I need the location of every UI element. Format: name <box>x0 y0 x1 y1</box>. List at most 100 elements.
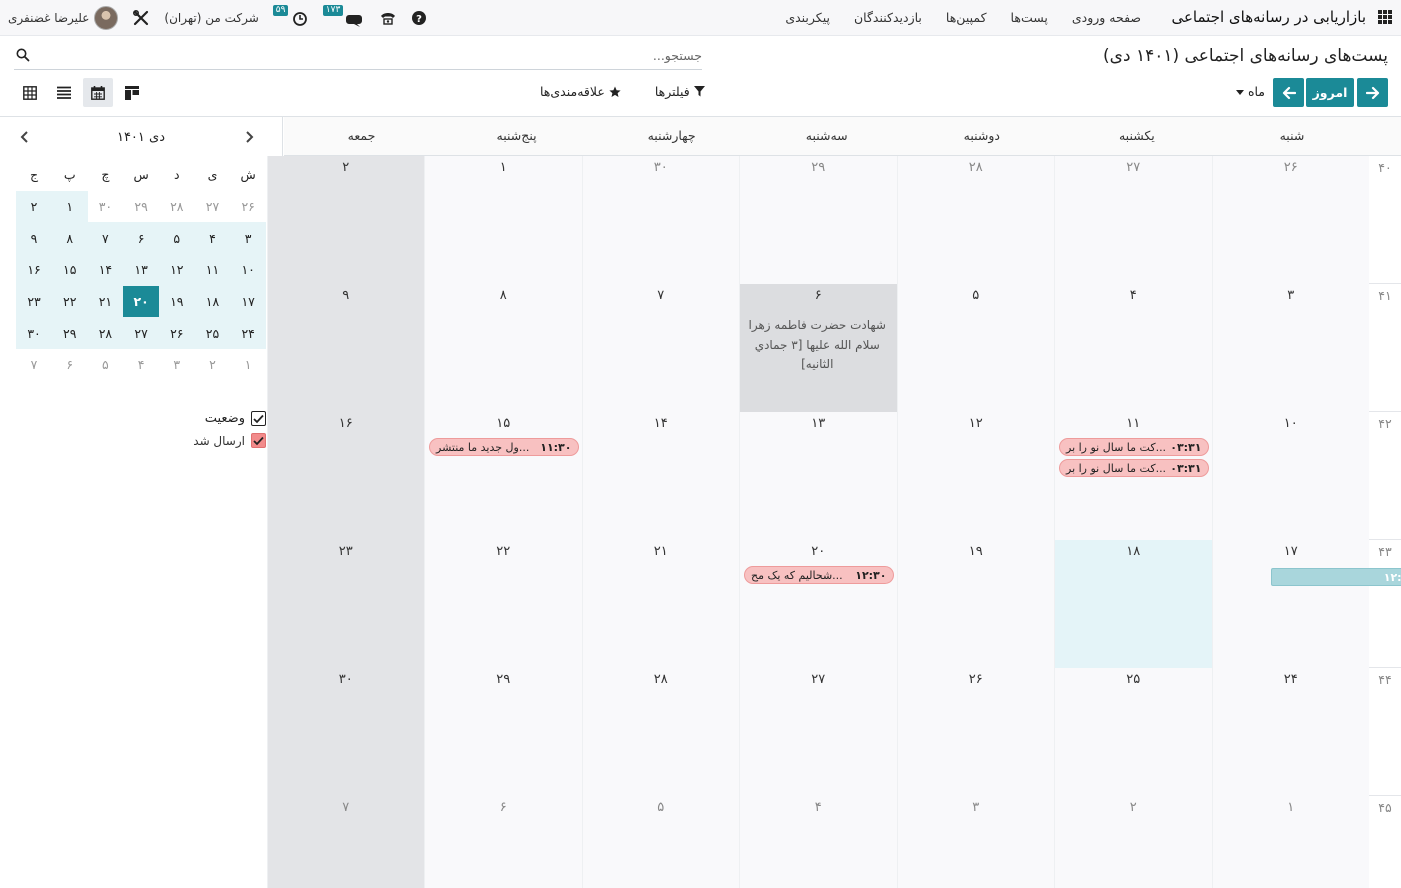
mini-calendar-day[interactable]: ۶ <box>123 222 159 255</box>
mini-calendar-day[interactable]: ۱۲ <box>158 254 195 286</box>
mini-calendar-day[interactable]: ۲۴ <box>230 317 266 350</box>
filters-toggle[interactable]: فیلترها <box>655 84 705 99</box>
menu-item-configuration[interactable]: پیکربندی <box>785 10 830 25</box>
menu-item-posts[interactable]: پست‌ها <box>1011 10 1048 25</box>
mini-calendar-day[interactable]: ۳۰ <box>88 191 124 223</box>
mini-calendar-day[interactable]: ۲۳ <box>16 285 52 318</box>
mini-calendar-day[interactable]: ۳ <box>230 222 266 255</box>
calendar-day-cell[interactable]: ۱۹ <box>896 540 1054 668</box>
calendar-day-cell[interactable]: ۲۹ <box>424 668 582 796</box>
calendar-event[interactable]: ۰۳:۳۱ ...کت ما سال نو را بر <box>1059 459 1209 477</box>
mini-prev-month-icon[interactable] <box>244 131 254 147</box>
apps-menu-icon[interactable] <box>1378 10 1392 24</box>
mini-calendar-day[interactable]: ۲۸ <box>87 317 124 350</box>
calendar-day-cell-today[interactable]: ۱۸ <box>1054 540 1212 668</box>
calendar-day-cell[interactable]: ۵ <box>896 284 1054 412</box>
calendar-view-icon[interactable] <box>83 78 113 107</box>
search-input[interactable] <box>62 44 702 66</box>
mini-calendar-day[interactable]: ۲ <box>195 349 231 381</box>
calendar-day-cell[interactable]: ۱۰ <box>1211 412 1369 540</box>
calendar-day-cell[interactable]: ۲۴ <box>1211 668 1369 796</box>
calendar-day-cell[interactable]: ۱۴ <box>581 412 739 540</box>
calendar-day-cell[interactable]: ۱ <box>424 156 582 284</box>
menu-item-visitors[interactable]: بازدیدکنندگان <box>854 10 922 25</box>
calendar-day-cell[interactable]: ۴ <box>739 796 897 888</box>
debug-tools-icon[interactable] <box>132 9 150 27</box>
status-sent-checkbox[interactable] <box>251 433 266 448</box>
mini-next-month-icon[interactable] <box>20 131 30 147</box>
calendar-day-cell[interactable]: ۲۶ <box>896 668 1054 796</box>
support-phone-icon[interactable] <box>379 9 397 27</box>
calendar-day-cell[interactable]: ۴ <box>1054 284 1212 412</box>
calendar-day-cell[interactable]: ۳ <box>1211 284 1369 412</box>
calendar-day-cell[interactable]: ۱۳ <box>739 412 897 540</box>
calendar-day-cell[interactable]: ۱ <box>1211 796 1369 888</box>
calendar-day-cell[interactable]: ۲۸ <box>896 156 1054 284</box>
search-icon[interactable] <box>16 48 30 66</box>
calendar-day-cell[interactable]: ۲۷ <box>1054 156 1212 284</box>
calendar-day-cell[interactable]: ۱۲ <box>896 412 1054 540</box>
mini-calendar-day[interactable]: ۲۹ <box>123 191 159 223</box>
mini-calendar-day[interactable]: ۲۲ <box>51 285 88 318</box>
calendar-day-cell[interactable]: ۶ <box>424 796 582 888</box>
company-switcher[interactable]: شرکت من (تهران) <box>164 11 258 25</box>
calendar-day-cell[interactable]: ۳۰ <box>581 156 739 284</box>
mini-calendar-day[interactable]: ۲ <box>16 190 52 223</box>
mini-calendar-day[interactable]: ۷ <box>87 222 124 255</box>
list-view-icon[interactable] <box>49 78 79 107</box>
kanban-view-icon[interactable] <box>117 78 147 107</box>
pivot-view-icon[interactable] <box>15 78 45 107</box>
calendar-day-cell[interactable]: ۲۵ <box>1054 668 1212 796</box>
mini-calendar-day[interactable]: ۳۰ <box>16 317 52 350</box>
status-filter-item[interactable]: ارسال شد <box>146 433 266 448</box>
calendar-event[interactable]: ۱۲:۳۰ ...شحالیم که یک مح <box>744 566 894 584</box>
mini-calendar-day[interactable]: ۳ <box>159 349 195 381</box>
mini-calendar-selected-day[interactable]: ۲۰ <box>123 285 159 318</box>
mini-calendar-day[interactable]: ۱۳ <box>123 254 159 286</box>
calendar-day-cell[interactable]: ۱۱ ۰۳:۳۱ ...کت ما سال نو را بر ۰۳:۳۱ ...کت م… <box>1054 412 1212 540</box>
calendar-day-cell[interactable]: ۲۹ <box>739 156 897 284</box>
mini-calendar-day[interactable]: ۲۵ <box>194 317 231 350</box>
mini-calendar-day[interactable]: ۱۹ <box>158 285 195 318</box>
menu-item-campaigns[interactable]: کمپین‌ها <box>946 10 987 25</box>
calendar-event[interactable]: ۱۱:۳۰ ...ول جدید ما منتشر <box>429 438 579 456</box>
calendar-day-cell[interactable]: ۲ <box>1054 796 1212 888</box>
mini-calendar-day[interactable]: ۴ <box>194 222 231 255</box>
calendar-day-cell[interactable]: ۵ <box>581 796 739 888</box>
calendar-day-cell[interactable]: ۳ <box>896 796 1054 888</box>
mini-calendar-day[interactable]: ۲۱ <box>87 285 124 318</box>
mini-calendar-day[interactable]: ۲۸ <box>159 191 195 223</box>
calendar-event[interactable]: ۰۳:۳۱ ...کت ما سال نو را بر <box>1059 438 1209 456</box>
today-button[interactable]: امروز <box>1306 78 1354 107</box>
calendar-day-cell[interactable]: ۳۰ <box>266 668 424 796</box>
previous-period-button[interactable] <box>1273 78 1304 107</box>
mini-calendar-day[interactable]: ۱۱ <box>194 254 231 286</box>
calendar-day-cell[interactable]: ۲۳ <box>266 540 424 668</box>
mini-calendar-day[interactable]: ۲۷ <box>195 191 231 223</box>
mini-calendar-day[interactable]: ۲۶ <box>230 191 266 223</box>
menu-item-home[interactable]: صفحه ورودی <box>1072 10 1141 25</box>
calendar-day-cell[interactable]: ۷ <box>581 284 739 412</box>
mini-calendar-day[interactable]: ۱۷ <box>230 285 266 318</box>
mini-calendar-day[interactable]: ۷ <box>16 349 52 381</box>
calendar-day-cell[interactable]: ۲ <box>266 156 424 284</box>
mini-calendar-day[interactable]: ۶ <box>52 349 88 381</box>
calendar-event[interactable]: ۱۲:۳۰ <box>1270 568 1401 586</box>
next-period-button[interactable] <box>1357 78 1388 107</box>
mini-calendar-day[interactable]: ۲۹ <box>51 317 88 350</box>
calendar-day-cell[interactable]: ۷ <box>266 796 424 888</box>
mini-calendar-day[interactable]: ۱ <box>230 349 266 381</box>
mini-calendar-day[interactable]: ۱ <box>51 190 88 223</box>
calendar-day-cell[interactable]: ۲۱ <box>581 540 739 668</box>
app-brand[interactable]: بازاریابی در رسانه‌های اجتماعی <box>1171 8 1366 26</box>
calendar-day-cell[interactable]: ۱۶ <box>266 412 424 540</box>
mini-calendar-day[interactable]: ۵ <box>158 222 195 255</box>
mini-calendar-day[interactable]: ۱۴ <box>87 254 124 286</box>
mini-calendar-day[interactable]: ۵ <box>88 349 124 381</box>
scale-dropdown[interactable]: ماه <box>1235 84 1265 99</box>
user-menu[interactable]: علیرضا غضنفری <box>8 6 119 30</box>
calendar-day-cell[interactable]: ۱۷ ۱۲:۳۰ <box>1211 540 1401 668</box>
calendar-day-cell[interactable]: ۹ <box>266 284 424 412</box>
calendar-day-cell[interactable]: ۲۶ <box>1211 156 1369 284</box>
favorites-toggle[interactable]: علاقه‌مندی‌ها <box>540 84 621 99</box>
